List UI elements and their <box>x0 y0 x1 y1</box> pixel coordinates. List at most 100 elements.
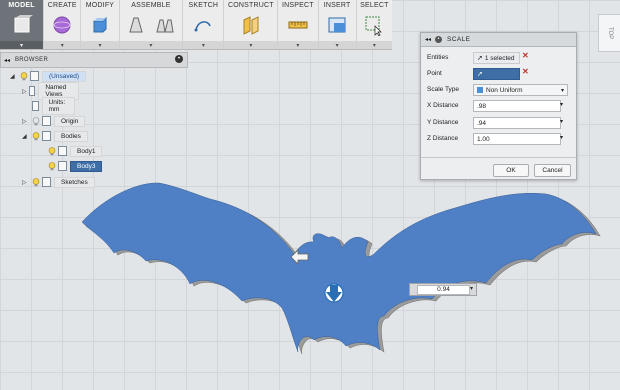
sketch-dropdown-icon[interactable]: ▾ <box>202 42 205 49</box>
chevron-down-icon[interactable]: ▾ <box>470 285 473 292</box>
clear-entities-icon[interactable]: ✕ <box>522 51 529 60</box>
insert-image-icon <box>328 17 346 33</box>
construct-dropdown-icon[interactable]: ▾ <box>249 42 252 49</box>
sketch-arc-icon <box>194 21 212 32</box>
tree-label-body3[interactable]: Body3 <box>70 160 103 172</box>
x-distance-value[interactable]: .98 <box>477 103 486 110</box>
workspace-dropdown-icon[interactable]: ▾ <box>20 42 23 49</box>
chevron-down-icon[interactable]: ▾ <box>561 87 564 94</box>
visibility-bulb-icon[interactable] <box>48 161 56 171</box>
create-group[interactable]: CREATE ▾ <box>44 0 82 49</box>
document-icon <box>30 71 39 81</box>
assemble-dropdown-icon[interactable]: ▾ <box>149 42 152 49</box>
visibility-bulb-off-icon[interactable] <box>32 116 40 126</box>
tree-label-root[interactable]: (Unsaved) <box>42 70 86 82</box>
press-pull-icon <box>93 16 107 33</box>
expand-arrow-icon[interactable]: ▷ <box>22 88 29 95</box>
z-distance-input[interactable]: 1.00 <box>473 133 561 145</box>
insert-label: INSERT <box>323 2 351 9</box>
create-dropdown-icon[interactable]: ▾ <box>61 42 64 49</box>
y-distance-dropdown-icon[interactable]: ▾ <box>560 118 563 125</box>
select-window-icon <box>365 16 383 36</box>
select-group[interactable]: SELECT ▾ <box>356 0 392 49</box>
y-distance-input[interactable]: .94 <box>473 117 561 129</box>
ok-button[interactable]: OK <box>493 164 529 177</box>
tree-label-body1[interactable]: Body1 <box>70 145 103 157</box>
inspect-group[interactable]: INSPECT ▾ <box>278 0 319 49</box>
scale-type-label: Scale Type <box>427 85 460 93</box>
y-distance-value[interactable]: .94 <box>477 120 486 127</box>
browser-options-icon[interactable]: • <box>175 55 183 63</box>
cancel-button[interactable]: Cancel <box>534 164 571 177</box>
tree-label-sketches[interactable]: Sketches <box>54 176 95 188</box>
as-built-joint-icon <box>156 19 174 33</box>
assemble-label: ASSEMBLE <box>131 2 171 9</box>
tree-node-root[interactable]: ◢ (Unsaved) <box>10 70 86 82</box>
assemble-group[interactable]: ASSEMBLE ▾ <box>119 0 184 49</box>
clear-point-icon[interactable]: ✕ <box>522 67 529 76</box>
insert-group[interactable]: INSERT ▾ <box>318 0 357 49</box>
browser-header[interactable]: ◂◂ BROWSER • <box>0 52 188 68</box>
z-distance-dropdown-icon[interactable]: ▾ <box>560 134 563 141</box>
construct-group[interactable]: CONSTRUCT ▾ <box>224 0 279 49</box>
inspect-dropdown-icon[interactable]: ▾ <box>296 42 299 49</box>
tree-node-origin[interactable]: ▷ Origin <box>22 115 86 127</box>
dialog-header[interactable]: ◂◂ • SCALE <box>421 33 576 47</box>
scale-value-text[interactable]: 0.94 <box>417 285 470 295</box>
x-distance-label: X Distance <box>427 101 459 109</box>
move-arrow-down-icon[interactable] <box>324 283 344 303</box>
x-distance-input[interactable]: .98 <box>473 100 561 112</box>
view-cube[interactable]: TOP <box>598 14 620 52</box>
tree-node-body3[interactable]: Body3 <box>48 160 103 172</box>
inspect-label: INSPECT <box>282 2 314 9</box>
toolbar: MODEL ▾ CREATE ▾ MODIFY ▾ ASSEMBLE ▾ SKE… <box>0 0 392 50</box>
tree-node-bodies[interactable]: ◢ Bodies <box>22 130 88 142</box>
cursor-icon: ➚ <box>477 55 483 62</box>
point-label: Point <box>427 69 442 77</box>
point-selector[interactable]: ➚ <box>473 68 520 80</box>
modify-group[interactable]: MODIFY ▾ <box>81 0 120 49</box>
tree-node-body1[interactable]: Body1 <box>48 145 103 157</box>
entities-value: 1 selected <box>484 54 515 62</box>
scale-type-select[interactable]: Non Uniform ▾ <box>473 84 568 96</box>
visibility-bulb-icon[interactable] <box>32 131 40 141</box>
workspace-switcher[interactable]: MODEL ▾ <box>0 0 45 49</box>
visibility-bulb-icon[interactable] <box>32 177 40 187</box>
create-label: CREATE <box>47 2 77 9</box>
joint-icon <box>129 17 143 33</box>
dialog-collapse-icon[interactable]: ◂◂ <box>425 36 431 43</box>
select-dropdown-icon[interactable]: ▾ <box>373 42 376 49</box>
collapse-arrow-icon[interactable]: ◢ <box>22 133 32 140</box>
sketch-group[interactable]: SKETCH ▾ <box>183 0 225 49</box>
construct-label: CONSTRUCT <box>227 2 274 9</box>
folder-icon <box>42 131 51 141</box>
modify-dropdown-icon[interactable]: ▾ <box>98 42 101 49</box>
entities-selector[interactable]: ➚ 1 selected <box>473 52 520 64</box>
tree-node-sketches[interactable]: ▷ Sketches <box>22 176 95 188</box>
modify-label: MODIFY <box>85 2 115 9</box>
expand-arrow-icon[interactable]: ▷ <box>22 179 32 186</box>
folder-icon <box>42 177 51 187</box>
visibility-bulb-icon[interactable] <box>20 71 28 81</box>
z-distance-value[interactable]: 1.00 <box>477 136 490 143</box>
workspace-label: MODEL <box>8 2 35 9</box>
dialog-divider <box>421 157 576 158</box>
folder-icon <box>42 116 51 126</box>
sketch-label: SKETCH <box>188 2 219 9</box>
folder-icon <box>28 86 36 96</box>
visibility-bulb-icon[interactable] <box>48 146 56 156</box>
collapse-arrow-icon[interactable]: ◢ <box>10 73 20 80</box>
tree-node-named-views[interactable]: ▷ Named Views <box>22 82 79 100</box>
browser-title: BROWSER <box>15 57 49 63</box>
tree-label-origin[interactable]: Origin <box>54 115 86 127</box>
x-distance-dropdown-icon[interactable]: ▾ <box>560 101 563 108</box>
dialog-title: SCALE <box>447 36 471 43</box>
tree-node-units[interactable]: Units: mm <box>32 97 75 115</box>
scale-value-input[interactable]: 0.94 ▾ <box>409 283 477 296</box>
collapse-panel-icon[interactable]: ◂◂ <box>4 57 10 64</box>
tree-label-units[interactable]: Units: mm <box>41 97 75 115</box>
units-icon <box>32 101 39 111</box>
insert-dropdown-icon[interactable]: ▾ <box>336 42 339 49</box>
tree-label-bodies[interactable]: Bodies <box>54 130 88 142</box>
expand-arrow-icon[interactable]: ▷ <box>22 118 32 125</box>
